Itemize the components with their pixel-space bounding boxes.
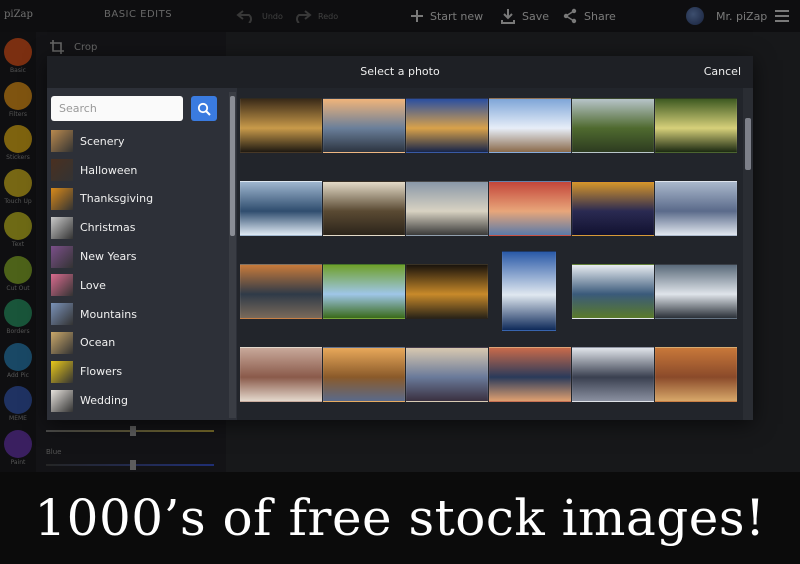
cancel-button[interactable]: Cancel (704, 65, 741, 78)
photo-thumbnail-lake-reflection[interactable] (655, 181, 737, 236)
caption-text: 1000’s of free stock images! (34, 489, 766, 547)
scrollbar-thumb[interactable] (230, 96, 235, 236)
photo-thumbnail-painted-hills[interactable] (655, 347, 737, 402)
photo-thumbnail-snowy-mountains[interactable] (572, 264, 654, 319)
category-item[interactable]: Flowers (51, 357, 221, 386)
photo-thumbnail-snowy-river[interactable] (572, 347, 654, 402)
category-label: Thanksgiving (80, 192, 154, 206)
category-thumbnail (51, 245, 73, 268)
photo-thumbnail-boardwalk-sunset[interactable] (323, 347, 405, 402)
photo-thumbnail-dark-woods-lights[interactable] (406, 264, 488, 319)
category-label: New Years (80, 250, 137, 264)
category-thumbnail (51, 216, 73, 239)
category-thumbnail (51, 389, 73, 412)
photo-thumbnail-mountain-lake[interactable] (489, 347, 571, 402)
category-thumbnail (51, 274, 73, 297)
category-item[interactable]: Ocean (51, 329, 221, 358)
category-item[interactable]: Scenery (51, 127, 221, 156)
category-item[interactable]: Wedding (51, 386, 221, 415)
photo-thumbnail-waterfall-rocks[interactable] (655, 264, 737, 319)
category-label: Ocean (80, 336, 116, 350)
search-icon (197, 102, 211, 116)
category-thumbnail (51, 187, 73, 210)
photo-grid (237, 88, 743, 420)
category-thumbnail (51, 159, 73, 182)
photo-thumbnail-pier-sunset[interactable] (323, 98, 405, 153)
photo-thumbnail-red-sky-sea[interactable] (489, 181, 571, 236)
photo-thumbnail-lighthouse[interactable] (502, 251, 556, 331)
photo-thumbnail-foggy-autumn[interactable] (240, 347, 322, 402)
category-label: Christmas (80, 221, 136, 235)
category-pane: Scenery Halloween Thanksgiving Christmas New… (47, 88, 229, 420)
category-scrollbar[interactable] (229, 92, 236, 418)
search-button[interactable] (191, 96, 217, 121)
category-list: Scenery Halloween Thanksgiving Christmas New… (51, 127, 221, 415)
photo-thumbnail-parliament-night[interactable] (406, 98, 488, 153)
photo-thumbnail-pine-needles[interactable] (240, 181, 322, 236)
category-thumbnail (51, 130, 73, 153)
category-label: Scenery (80, 134, 125, 148)
category-item[interactable]: New Years (51, 242, 221, 271)
photo-thumbnail-city-skyline[interactable] (572, 181, 654, 236)
category-label: Love (80, 278, 106, 292)
select-photo-dialog: Select a photo Cancel Scenery Halloween Th… (47, 56, 753, 420)
photo-grid-scrollbar[interactable] (743, 88, 753, 420)
category-thumbnail (51, 360, 73, 383)
category-label: Wedding (80, 394, 128, 408)
photo-thumbnail-railway-tracks[interactable] (406, 181, 488, 236)
photo-thumbnail-stream-rocks[interactable] (655, 98, 737, 153)
photo-thumbnail-forest-sunset[interactable] (240, 98, 322, 153)
photo-thumbnail-misty-forest[interactable] (323, 181, 405, 236)
photo-thumbnail-sand-dunes[interactable] (406, 347, 488, 402)
category-label: Flowers (80, 365, 123, 379)
photo-thumbnail-blossom-branch[interactable] (489, 98, 571, 153)
category-thumbnail (51, 331, 73, 354)
category-item[interactable]: Thanksgiving (51, 185, 221, 214)
category-item[interactable]: Christmas (51, 213, 221, 242)
search-input[interactable] (51, 96, 183, 121)
photo-thumbnail-green-hill-tree[interactable] (323, 264, 405, 319)
category-item[interactable]: Halloween (51, 156, 221, 185)
category-item[interactable]: Mountains (51, 300, 221, 329)
category-item[interactable]: Love (51, 271, 221, 300)
dialog-title: Select a photo (360, 65, 440, 78)
category-thumbnail (51, 303, 73, 326)
dialog-header: Select a photo Cancel (47, 56, 753, 88)
photo-thumbnail-shipwreck-field[interactable] (572, 98, 654, 153)
category-label: Mountains (80, 307, 137, 321)
promo-caption: 1000’s of free stock images! (0, 472, 800, 564)
category-label: Halloween (80, 163, 138, 177)
scrollbar-thumb[interactable] (745, 118, 751, 170)
photo-thumbnail-lake-dusk[interactable] (240, 264, 322, 319)
